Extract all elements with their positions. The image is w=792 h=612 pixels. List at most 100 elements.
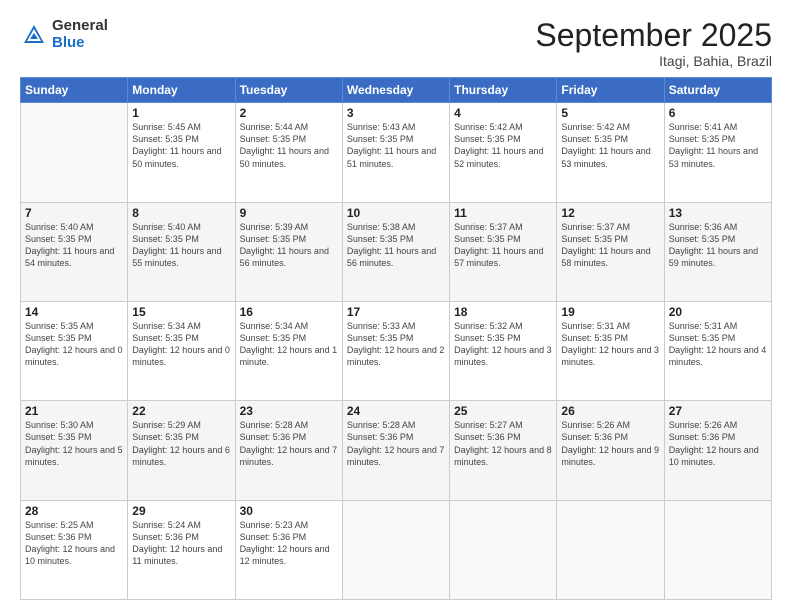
day-info: Sunrise: 5:29 AM Sunset: 5:35 PM Dayligh… [132,419,230,468]
table-cell [664,500,771,599]
day-number: 16 [240,305,338,319]
day-number: 14 [25,305,123,319]
day-info: Sunrise: 5:40 AM Sunset: 5:35 PM Dayligh… [132,221,230,270]
day-info: Sunrise: 5:31 AM Sunset: 5:35 PM Dayligh… [669,320,767,369]
day-info: Sunrise: 5:30 AM Sunset: 5:35 PM Dayligh… [25,419,123,468]
day-number: 11 [454,206,552,220]
day-number: 22 [132,404,230,418]
table-cell: 26Sunrise: 5:26 AM Sunset: 5:36 PM Dayli… [557,401,664,500]
day-info: Sunrise: 5:36 AM Sunset: 5:35 PM Dayligh… [669,221,767,270]
day-info: Sunrise: 5:25 AM Sunset: 5:36 PM Dayligh… [25,519,123,568]
day-number: 27 [669,404,767,418]
table-cell: 7Sunrise: 5:40 AM Sunset: 5:35 PM Daylig… [21,202,128,301]
day-number: 23 [240,404,338,418]
table-cell: 8Sunrise: 5:40 AM Sunset: 5:35 PM Daylig… [128,202,235,301]
day-info: Sunrise: 5:33 AM Sunset: 5:35 PM Dayligh… [347,320,445,369]
day-number: 20 [669,305,767,319]
col-friday: Friday [557,78,664,103]
table-cell: 21Sunrise: 5:30 AM Sunset: 5:35 PM Dayli… [21,401,128,500]
calendar-week-row: 28Sunrise: 5:25 AM Sunset: 5:36 PM Dayli… [21,500,772,599]
table-cell: 23Sunrise: 5:28 AM Sunset: 5:36 PM Dayli… [235,401,342,500]
day-number: 2 [240,106,338,120]
table-cell: 6Sunrise: 5:41 AM Sunset: 5:35 PM Daylig… [664,103,771,202]
table-cell: 10Sunrise: 5:38 AM Sunset: 5:35 PM Dayli… [342,202,449,301]
day-info: Sunrise: 5:34 AM Sunset: 5:35 PM Dayligh… [132,320,230,369]
day-number: 13 [669,206,767,220]
col-tuesday: Tuesday [235,78,342,103]
day-info: Sunrise: 5:43 AM Sunset: 5:35 PM Dayligh… [347,121,445,170]
table-cell: 4Sunrise: 5:42 AM Sunset: 5:35 PM Daylig… [450,103,557,202]
logo-general-text: General [52,18,108,35]
table-cell: 5Sunrise: 5:42 AM Sunset: 5:35 PM Daylig… [557,103,664,202]
day-info: Sunrise: 5:42 AM Sunset: 5:35 PM Dayligh… [561,121,659,170]
day-number: 6 [669,106,767,120]
col-thursday: Thursday [450,78,557,103]
day-number: 3 [347,106,445,120]
table-cell [342,500,449,599]
logo-blue-text: Blue [52,35,108,52]
table-cell: 3Sunrise: 5:43 AM Sunset: 5:35 PM Daylig… [342,103,449,202]
day-info: Sunrise: 5:34 AM Sunset: 5:35 PM Dayligh… [240,320,338,369]
table-cell: 14Sunrise: 5:35 AM Sunset: 5:35 PM Dayli… [21,301,128,400]
table-cell: 12Sunrise: 5:37 AM Sunset: 5:35 PM Dayli… [557,202,664,301]
day-number: 18 [454,305,552,319]
table-cell: 16Sunrise: 5:34 AM Sunset: 5:35 PM Dayli… [235,301,342,400]
day-info: Sunrise: 5:28 AM Sunset: 5:36 PM Dayligh… [240,419,338,468]
calendar-week-row: 21Sunrise: 5:30 AM Sunset: 5:35 PM Dayli… [21,401,772,500]
logo-icon [20,21,48,49]
table-cell: 18Sunrise: 5:32 AM Sunset: 5:35 PM Dayli… [450,301,557,400]
day-info: Sunrise: 5:39 AM Sunset: 5:35 PM Dayligh… [240,221,338,270]
day-number: 17 [347,305,445,319]
day-info: Sunrise: 5:24 AM Sunset: 5:36 PM Dayligh… [132,519,230,568]
day-info: Sunrise: 5:28 AM Sunset: 5:36 PM Dayligh… [347,419,445,468]
table-cell: 25Sunrise: 5:27 AM Sunset: 5:36 PM Dayli… [450,401,557,500]
day-number: 28 [25,504,123,518]
day-info: Sunrise: 5:35 AM Sunset: 5:35 PM Dayligh… [25,320,123,369]
day-number: 8 [132,206,230,220]
table-cell: 1Sunrise: 5:45 AM Sunset: 5:35 PM Daylig… [128,103,235,202]
day-info: Sunrise: 5:38 AM Sunset: 5:35 PM Dayligh… [347,221,445,270]
col-sunday: Sunday [21,78,128,103]
page: General Blue September 2025 Itagi, Bahia… [0,0,792,612]
day-number: 15 [132,305,230,319]
table-cell: 13Sunrise: 5:36 AM Sunset: 5:35 PM Dayli… [664,202,771,301]
day-number: 4 [454,106,552,120]
day-number: 19 [561,305,659,319]
day-info: Sunrise: 5:45 AM Sunset: 5:35 PM Dayligh… [132,121,230,170]
day-info: Sunrise: 5:40 AM Sunset: 5:35 PM Dayligh… [25,221,123,270]
day-number: 7 [25,206,123,220]
day-number: 5 [561,106,659,120]
table-cell [21,103,128,202]
table-cell: 20Sunrise: 5:31 AM Sunset: 5:35 PM Dayli… [664,301,771,400]
day-info: Sunrise: 5:31 AM Sunset: 5:35 PM Dayligh… [561,320,659,369]
header: General Blue September 2025 Itagi, Bahia… [20,18,772,69]
month-title: September 2025 [535,18,772,53]
calendar-header-row: Sunday Monday Tuesday Wednesday Thursday… [21,78,772,103]
calendar-week-row: 14Sunrise: 5:35 AM Sunset: 5:35 PM Dayli… [21,301,772,400]
day-info: Sunrise: 5:26 AM Sunset: 5:36 PM Dayligh… [669,419,767,468]
day-info: Sunrise: 5:42 AM Sunset: 5:35 PM Dayligh… [454,121,552,170]
day-info: Sunrise: 5:27 AM Sunset: 5:36 PM Dayligh… [454,419,552,468]
day-number: 26 [561,404,659,418]
day-number: 29 [132,504,230,518]
day-number: 21 [25,404,123,418]
day-info: Sunrise: 5:44 AM Sunset: 5:35 PM Dayligh… [240,121,338,170]
day-info: Sunrise: 5:37 AM Sunset: 5:35 PM Dayligh… [561,221,659,270]
day-number: 9 [240,206,338,220]
day-number: 24 [347,404,445,418]
calendar-table: Sunday Monday Tuesday Wednesday Thursday… [20,77,772,600]
day-info: Sunrise: 5:26 AM Sunset: 5:36 PM Dayligh… [561,419,659,468]
calendar-week-row: 7Sunrise: 5:40 AM Sunset: 5:35 PM Daylig… [21,202,772,301]
day-number: 1 [132,106,230,120]
logo-text: General Blue [52,18,108,51]
logo: General Blue [20,18,108,51]
day-info: Sunrise: 5:32 AM Sunset: 5:35 PM Dayligh… [454,320,552,369]
day-info: Sunrise: 5:37 AM Sunset: 5:35 PM Dayligh… [454,221,552,270]
table-cell: 17Sunrise: 5:33 AM Sunset: 5:35 PM Dayli… [342,301,449,400]
table-cell: 19Sunrise: 5:31 AM Sunset: 5:35 PM Dayli… [557,301,664,400]
day-number: 30 [240,504,338,518]
table-cell: 11Sunrise: 5:37 AM Sunset: 5:35 PM Dayli… [450,202,557,301]
table-cell: 9Sunrise: 5:39 AM Sunset: 5:35 PM Daylig… [235,202,342,301]
table-cell: 15Sunrise: 5:34 AM Sunset: 5:35 PM Dayli… [128,301,235,400]
table-cell: 24Sunrise: 5:28 AM Sunset: 5:36 PM Dayli… [342,401,449,500]
